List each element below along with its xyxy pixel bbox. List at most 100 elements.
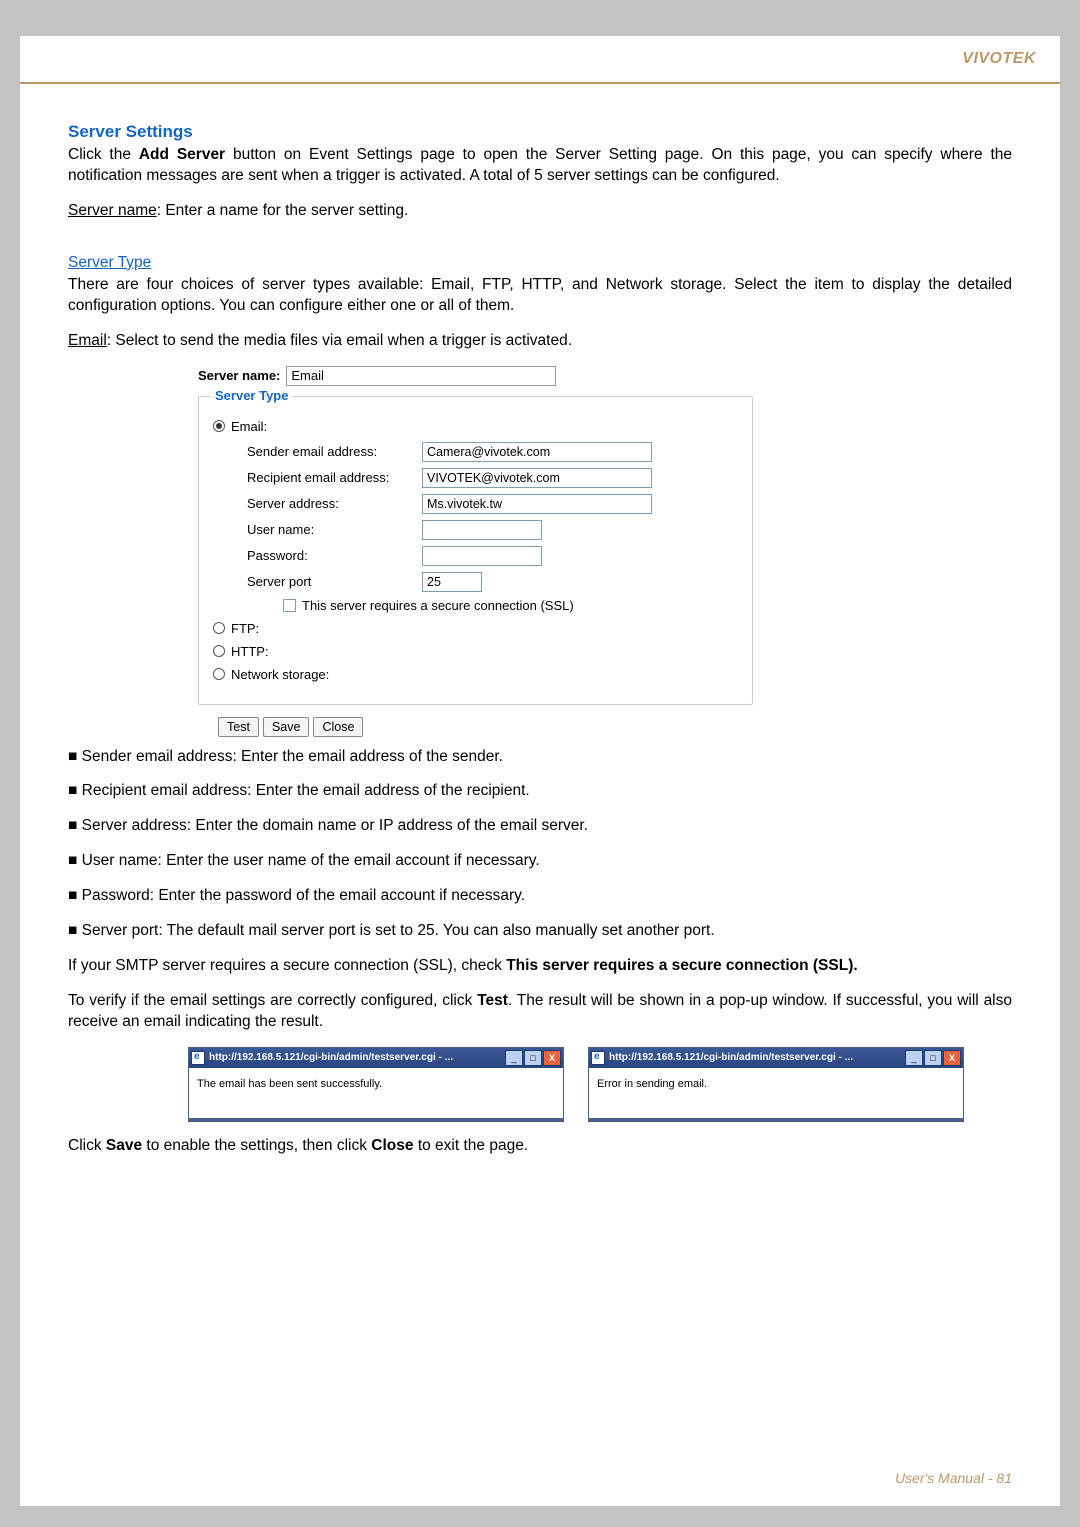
- server-name-field-label: Server name:: [198, 368, 280, 383]
- add-server-bold: Add Server: [139, 146, 225, 163]
- save-note-b2: Close: [371, 1137, 413, 1154]
- minimize-icon[interactable]: _: [505, 1050, 523, 1066]
- username-row: User name:: [247, 520, 738, 540]
- document-page: VIVOTEK Server Settings Click the Add Se…: [20, 36, 1060, 1506]
- footer-label: User's Manual -: [895, 1470, 996, 1486]
- recipient-input[interactable]: [422, 468, 652, 488]
- port-label: Server port: [247, 574, 422, 589]
- server-name-desc: : Enter a name for the server setting.: [157, 202, 409, 219]
- port-input[interactable]: [422, 572, 482, 592]
- radio-email-label: Email:: [231, 419, 267, 434]
- password-input[interactable]: [422, 546, 542, 566]
- radio-http-label: HTTP:: [231, 644, 269, 659]
- close-icon[interactable]: X: [543, 1050, 561, 1066]
- server-type-fieldset: Server Type Email: Sender email address:…: [198, 396, 753, 705]
- settings-screenshot: Server name: Server Type Email: Sender e…: [198, 366, 753, 737]
- radio-ftp[interactable]: [213, 622, 225, 634]
- maximize-icon[interactable]: □: [524, 1050, 542, 1066]
- server-addr-label: Server address:: [247, 496, 422, 511]
- bullet-recipient: ■ Recipient email address: Enter the ema…: [68, 781, 1012, 802]
- email-desc: : Select to send the media files via ema…: [107, 332, 572, 349]
- header-band: VIVOTEK: [20, 36, 1060, 84]
- ssl-checkbox[interactable]: [283, 599, 296, 612]
- window-controls: _ □ X: [505, 1050, 561, 1066]
- recipient-label: Recipient email address:: [247, 470, 422, 485]
- sender-row: Sender email address:: [247, 442, 738, 462]
- radio-email-row[interactable]: Email:: [213, 419, 738, 434]
- bullet-username: ■ User name: Enter the user name of the …: [68, 851, 1012, 872]
- bullet-sender: ■ Sender email address: Enter the email …: [68, 747, 1012, 768]
- server-name-label: Server name: [68, 202, 157, 219]
- ie-icon: [191, 1051, 205, 1065]
- sender-input[interactable]: [422, 442, 652, 462]
- bullet-list: ■ Sender email address: Enter the email …: [68, 747, 1012, 943]
- port-row: Server port: [247, 572, 738, 592]
- email-line: Email: Select to send the media files vi…: [68, 331, 1012, 352]
- ssl-note-bold: This server requires a secure connection…: [506, 957, 857, 974]
- fieldset-legend: Server Type: [211, 388, 292, 403]
- username-label: User name:: [247, 522, 422, 537]
- close-button[interactable]: Close: [313, 717, 363, 737]
- popup-error-body: Error in sending email.: [589, 1068, 963, 1121]
- radio-email[interactable]: [213, 420, 225, 432]
- section-heading: Server Settings: [68, 122, 1012, 142]
- server-name-line: Server name: Enter a name for the server…: [68, 201, 1012, 222]
- bullet-port: ■ Server port: The default mail server p…: [68, 921, 1012, 942]
- save-note-post: to exit the page.: [414, 1137, 529, 1154]
- radio-network[interactable]: [213, 668, 225, 680]
- sender-label: Sender email address:: [247, 444, 422, 459]
- verify-pre: To verify if the email settings are corr…: [68, 992, 477, 1009]
- test-button[interactable]: Test: [218, 717, 259, 737]
- save-button[interactable]: Save: [263, 717, 310, 737]
- popup-row: http://192.168.5.121/cgi-bin/admin/tests…: [188, 1047, 1012, 1122]
- password-label: Password:: [247, 548, 422, 563]
- recipient-row: Recipient email address:: [247, 468, 738, 488]
- bullet-password: ■ Password: Enter the password of the em…: [68, 886, 1012, 907]
- radio-network-row[interactable]: Network storage:: [213, 667, 738, 682]
- intro-text-1: Click the: [68, 146, 139, 163]
- email-form-grid: Sender email address: Recipient email ad…: [247, 442, 738, 613]
- radio-http[interactable]: [213, 645, 225, 657]
- brand-label: VIVOTEK: [962, 50, 1036, 68]
- intro-paragraph: Click the Add Server button on Event Set…: [68, 145, 1012, 187]
- minimize-icon[interactable]: _: [905, 1050, 923, 1066]
- popup-success-body: The email has been sent successfully.: [189, 1068, 563, 1121]
- radio-http-row[interactable]: HTTP:: [213, 644, 738, 659]
- server-name-row: Server name:: [198, 366, 753, 386]
- popup-success-titlebar: http://192.168.5.121/cgi-bin/admin/tests…: [189, 1048, 563, 1068]
- server-type-desc: There are four choices of server types a…: [68, 275, 1012, 317]
- radio-ftp-row[interactable]: FTP:: [213, 621, 738, 636]
- verify-bold: Test: [477, 992, 508, 1009]
- server-name-input[interactable]: [286, 366, 556, 386]
- ssl-note-pre: If your SMTP server requires a secure co…: [68, 957, 506, 974]
- close-icon[interactable]: X: [943, 1050, 961, 1066]
- ssl-label: This server requires a secure connection…: [302, 598, 574, 613]
- email-label: Email: [68, 332, 107, 349]
- popup-error-titlebar: http://192.168.5.121/cgi-bin/admin/tests…: [589, 1048, 963, 1068]
- radio-ftp-label: FTP:: [231, 621, 259, 636]
- verify-note: To verify if the email settings are corr…: [68, 991, 1012, 1033]
- popup-error-title: http://192.168.5.121/cgi-bin/admin/tests…: [609, 1052, 901, 1063]
- footer-page-num: 81: [996, 1470, 1012, 1486]
- save-note-b1: Save: [106, 1137, 142, 1154]
- server-addr-input[interactable]: [422, 494, 652, 514]
- ie-icon: [591, 1051, 605, 1065]
- server-type-heading: Server Type: [68, 254, 151, 272]
- server-addr-row: Server address:: [247, 494, 738, 514]
- content-area: Server Settings Click the Add Server but…: [20, 84, 1060, 1211]
- radio-network-label: Network storage:: [231, 667, 329, 682]
- ssl-row: This server requires a secure connection…: [283, 598, 738, 613]
- password-row: Password:: [247, 546, 738, 566]
- save-note-pre: Click: [68, 1137, 106, 1154]
- save-note-mid: to enable the settings, then click: [142, 1137, 371, 1154]
- save-note: Click Save to enable the settings, then …: [68, 1136, 1012, 1157]
- popup-success-title: http://192.168.5.121/cgi-bin/admin/tests…: [209, 1052, 501, 1063]
- page-footer: User's Manual - 81: [895, 1470, 1012, 1486]
- bullet-server-addr: ■ Server address: Enter the domain name …: [68, 816, 1012, 837]
- username-input[interactable]: [422, 520, 542, 540]
- popup-success: http://192.168.5.121/cgi-bin/admin/tests…: [188, 1047, 564, 1122]
- button-row: Test Save Close: [218, 717, 753, 737]
- ssl-note: If your SMTP server requires a secure co…: [68, 956, 1012, 977]
- popup-error: http://192.168.5.121/cgi-bin/admin/tests…: [588, 1047, 964, 1122]
- maximize-icon[interactable]: □: [924, 1050, 942, 1066]
